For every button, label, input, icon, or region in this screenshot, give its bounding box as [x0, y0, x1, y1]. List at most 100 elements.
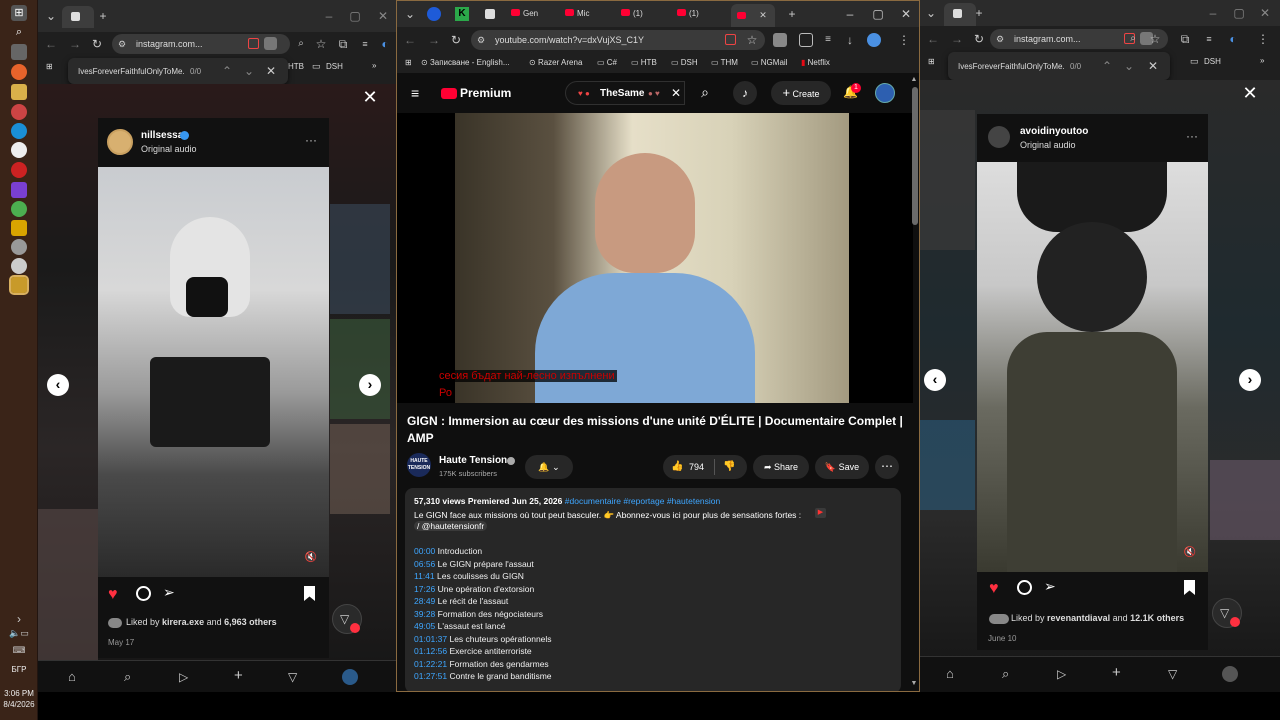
apps-icon[interactable]: ⊞ [405, 58, 412, 67]
chapter-item[interactable]: 11:41 Les coulisses du GIGN [414, 570, 552, 583]
chapter-item[interactable]: 01:01:37 Les chuteurs opérationnels [414, 633, 552, 646]
minimize-icon[interactable]: – [322, 9, 336, 23]
maximize-icon[interactable]: ▢ [1232, 6, 1246, 20]
liked-by-user[interactable]: revenantdiaval [1047, 613, 1110, 623]
bookmark-item[interactable]: ⊙ Записване - English... [421, 58, 525, 67]
tab-youtube[interactable]: Mic [565, 9, 613, 18]
tab-search-icon[interactable]: ⌄ [403, 7, 417, 21]
reels-icon[interactable]: ▷ [1057, 667, 1066, 681]
explore-icon[interactable]: ⌕ [124, 670, 131, 684]
edge-icon[interactable] [11, 123, 27, 139]
search-icon[interactable]: ⌕ [697, 85, 713, 99]
site-info-icon[interactable]: ⚙ [118, 37, 126, 51]
tab-search-icon[interactable]: ⌄ [924, 6, 938, 20]
create-button[interactable]: + Create [771, 81, 831, 105]
tab-youtube[interactable]: Gen [511, 9, 559, 18]
chapter-time[interactable]: 17:26 [414, 584, 435, 594]
chapter-time[interactable]: 00:00 [414, 546, 435, 556]
share-button[interactable]: ➦ Share [753, 455, 809, 479]
firefox-icon[interactable] [11, 64, 27, 80]
minimize-icon[interactable]: – [1206, 6, 1220, 20]
address-bar[interactable]: ⚙ youtube.com/watch?v=dxVujXS_C1Y ☆ [471, 30, 765, 50]
zoom-icon[interactable]: ⌕ [1126, 32, 1140, 46]
minimize-icon[interactable]: – [843, 7, 857, 21]
mute-icon[interactable]: 🔇 [1182, 546, 1198, 560]
channel-handle[interactable]: / @hautetensionfr [414, 521, 488, 531]
like-icon[interactable]: ♥ [108, 586, 118, 604]
find-input[interactable]: IvesForeverFaithfulOnlyToMe. [78, 67, 185, 76]
close-window-icon[interactable]: ✕ [1258, 6, 1272, 20]
find-prev-icon[interactable]: ⌃ [222, 64, 232, 78]
opera-icon[interactable] [11, 162, 27, 178]
search-input[interactable]: TheSame [600, 88, 644, 99]
chapter-time[interactable]: 39:28 [414, 609, 435, 619]
scroll-down-icon[interactable]: ▼ [909, 677, 919, 691]
back-icon[interactable]: ← [44, 37, 58, 51]
bookmark-item[interactable]: ▭ NGMail [751, 58, 787, 67]
account-avatar[interactable] [875, 83, 895, 103]
comment-icon[interactable] [1017, 580, 1032, 595]
like-button[interactable]: 👍 [671, 461, 683, 472]
chapter-time[interactable]: 49:05 [414, 621, 435, 631]
more-bookmarks-icon[interactable]: » [1260, 56, 1264, 65]
site-info-icon[interactable]: ⚙ [996, 32, 1004, 46]
clear-search-icon[interactable]: ✕ [670, 86, 682, 100]
reload-icon[interactable]: ↻ [90, 37, 104, 51]
forward-icon[interactable]: → [427, 33, 441, 47]
tab-search-icon[interactable]: ⌄ [44, 9, 58, 23]
explore-icon[interactable]: ⌕ [1002, 667, 1009, 681]
bookmark-item[interactable]: ▭ C# [597, 58, 617, 67]
more-actions-button[interactable]: ⋯ [875, 455, 899, 479]
extensions-icon[interactable] [799, 33, 813, 47]
liked-others[interactable]: 12.1K others [1130, 613, 1184, 623]
clock-icon[interactable] [11, 258, 27, 274]
task-view-icon[interactable] [11, 44, 27, 60]
chapter-item[interactable]: 39:28 Formation des négociateurs [414, 608, 552, 621]
liked-others[interactable]: 6,963 others [224, 617, 277, 627]
prev-post-button[interactable]: ‹ [924, 369, 946, 391]
new-tab-icon[interactable]: + [972, 6, 986, 20]
chrome-profile-icon[interactable] [11, 201, 27, 217]
create-icon[interactable]: + [234, 668, 243, 683]
chapter-time[interactable]: 01:27:51 [414, 671, 447, 681]
bookmark-item[interactable]: ▮ Netflix [801, 58, 830, 67]
chrome-icon[interactable] [11, 142, 27, 158]
next-post-button[interactable]: › [359, 374, 381, 396]
bookmark-dsh[interactable]: DSH [326, 62, 343, 71]
chapter-time[interactable]: 11:41 [414, 571, 435, 581]
tab-instagram[interactable] [62, 6, 94, 28]
hashtags[interactable]: #documentaire #reportage #hautetension [565, 496, 720, 506]
chevron-up-icon[interactable]: › [11, 612, 27, 626]
chapter-time[interactable]: 06:56 [414, 559, 435, 569]
maximize-icon[interactable]: ▢ [871, 7, 885, 21]
star-icon[interactable]: ☆ [1148, 32, 1162, 46]
zoom-icon[interactable]: ⌕ [294, 37, 308, 51]
keyboard-icon[interactable]: ⌨ [11, 643, 27, 657]
subscribed-button[interactable]: 🔔 ⌄ [525, 455, 573, 479]
youtube-logo-icon[interactable] [441, 88, 457, 99]
close-window-icon[interactable]: ✕ [376, 9, 390, 23]
onenote-icon[interactable] [11, 182, 27, 198]
menu-icon[interactable]: ⋮ [1256, 32, 1270, 46]
saved-bookmark-icon[interactable] [1184, 580, 1195, 595]
tab-page-icon[interactable] [485, 9, 495, 19]
tab-k-icon[interactable]: K [455, 7, 469, 21]
channel-name[interactable]: Haute Tension [439, 455, 507, 466]
cast-icon[interactable] [725, 34, 736, 45]
start-icon[interactable]: ⊞ [11, 5, 27, 21]
more-bookmarks-icon[interactable]: » [372, 61, 376, 70]
apps-icon[interactable]: ⊞ [928, 57, 935, 66]
close-post-icon[interactable]: ✕ [360, 88, 380, 106]
star-icon[interactable]: ☆ [314, 37, 328, 51]
apps-icon[interactable]: ⊞ [46, 62, 53, 71]
share-icon[interactable]: ➢ [1044, 578, 1056, 595]
bookmark-item[interactable]: ▭ HTB [631, 58, 657, 67]
profile-icon[interactable]: ◐ [378, 37, 392, 51]
find-close-icon[interactable]: ✕ [266, 64, 276, 78]
like-icon[interactable]: ♥ [989, 580, 999, 598]
app-icon[interactable] [11, 104, 27, 120]
find-close-icon[interactable]: ✕ [1148, 59, 1158, 73]
bookmark-htb[interactable]: HTB [288, 62, 304, 71]
bookmark-item[interactable]: ▭ DSH [671, 58, 698, 67]
scroll-up-icon[interactable]: ▲ [909, 73, 919, 87]
